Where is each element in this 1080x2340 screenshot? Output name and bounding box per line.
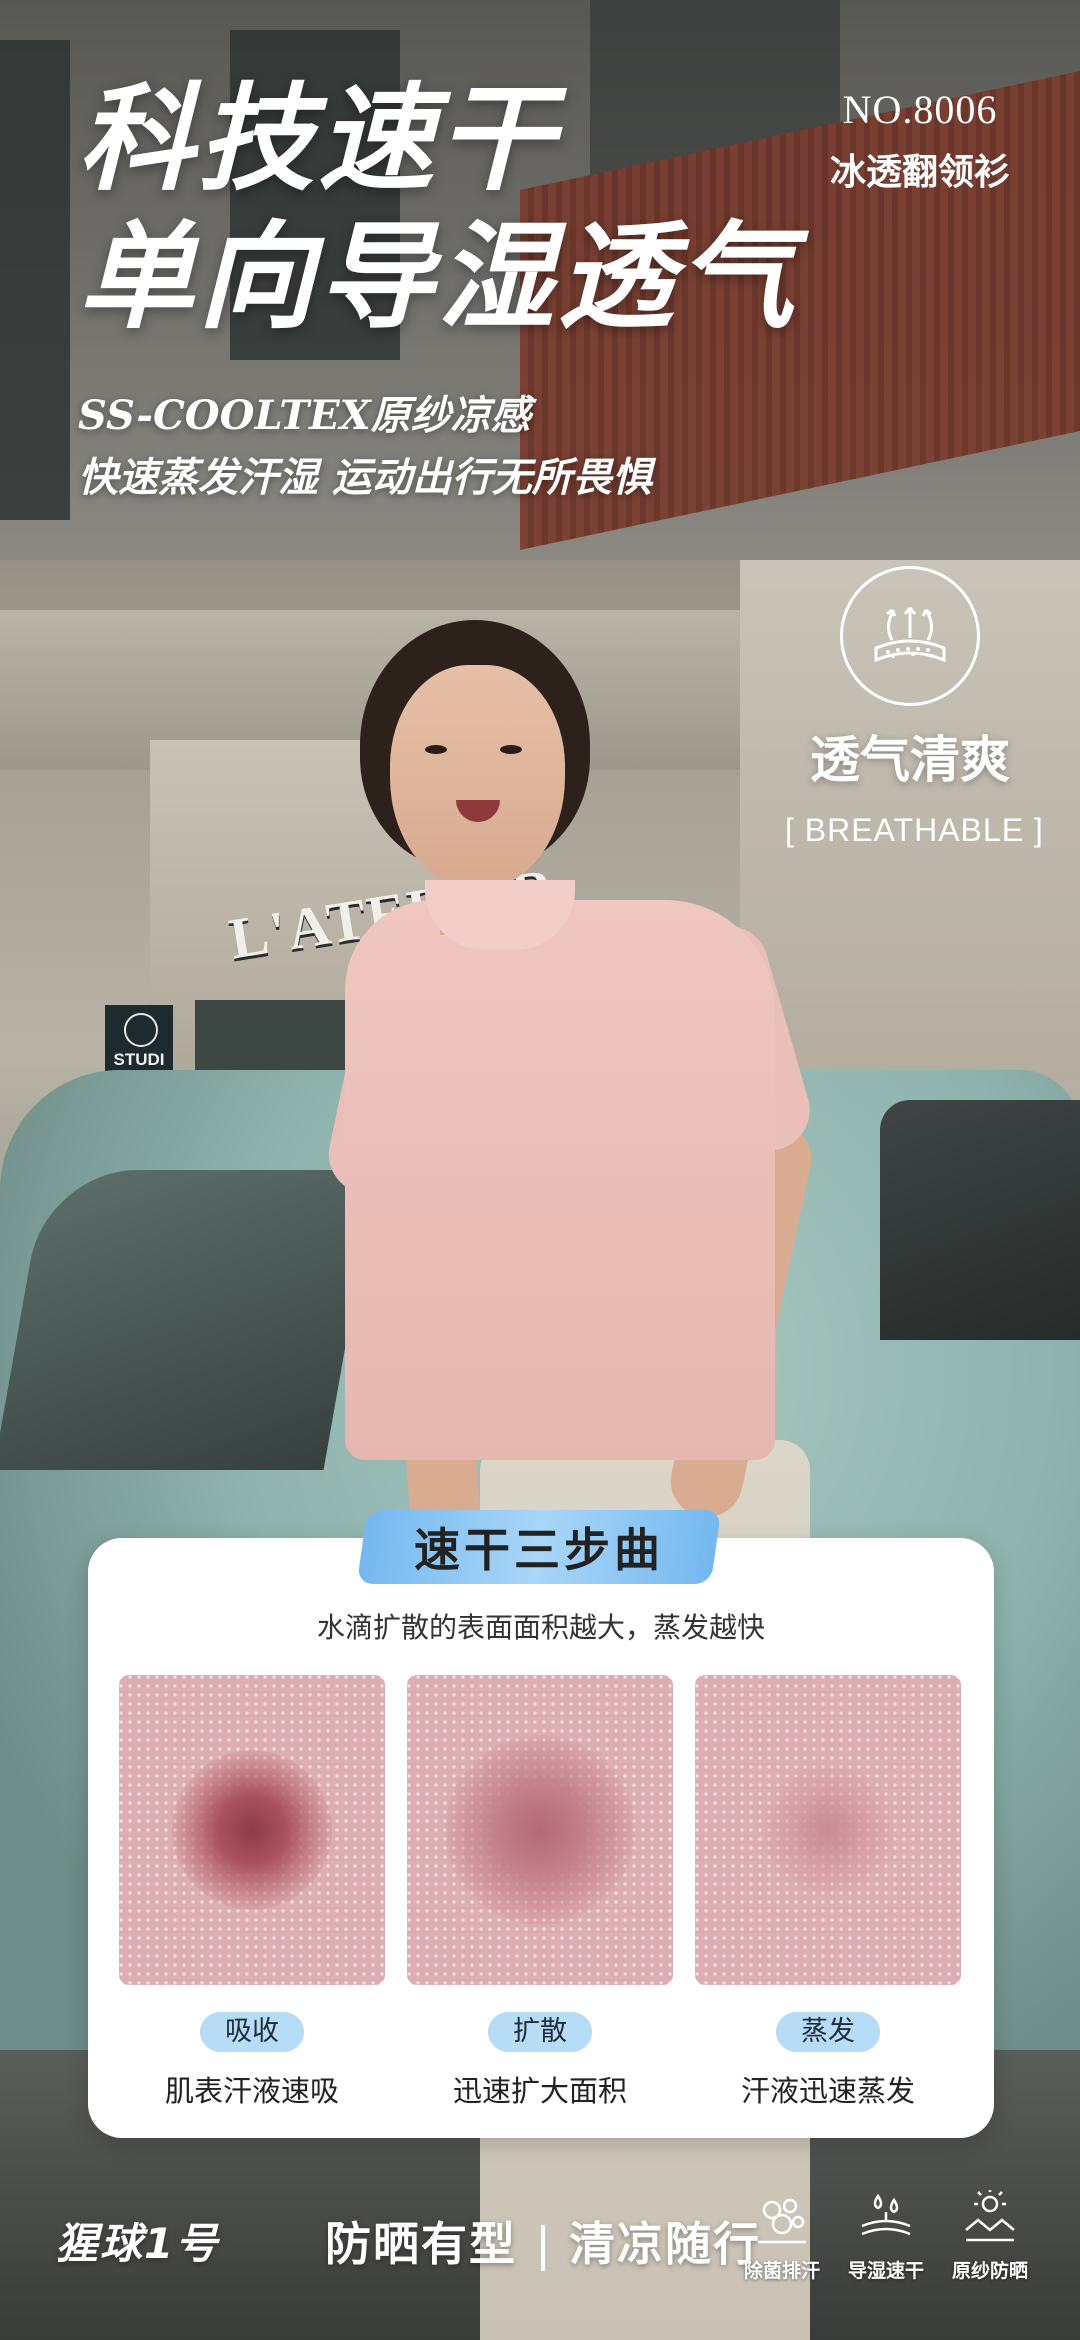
fabric-swatch-spread [407,1675,673,1985]
subheadline-line2: 快速蒸发汗湿 运动出行无所畏惧 [78,454,652,501]
car-window [0,1170,377,1470]
subheadline: SS-COOLTEX原纱凉感 快速蒸发汗湿 运动出行无所畏惧 [78,385,652,509]
slogan-divider [541,2225,545,2271]
product-model: NO.8006 冰透翻领衫 [830,86,1010,195]
badge-title: 透气清爽 [810,730,1010,789]
product-poster: L'ATELIER STUDIO PIVOTE 科技速干 单向导湿透气 SS-C… [0,0,1080,2340]
headline-line2: 单向导湿透气 [78,209,798,345]
feature-label: 导湿速干 [847,2260,924,2282]
feature-antibacterial: 除菌排汗 [732,2190,832,2283]
step-label-spread: 扩散 [488,2012,592,2052]
model-eye [425,745,447,754]
moisture-wicking-icon [861,2193,911,2236]
step-desc-evaporate: 汗液迅速蒸发 [740,2074,915,2108]
slogan-left: 防晒有型 [325,2217,517,2271]
card-title-tab: 速干三步曲 [356,1510,722,1584]
sweat-stain [758,1760,898,1900]
feature-wicking: 导湿速干 [836,2190,936,2283]
headline: 科技速干 单向导湿透气 [78,70,798,346]
fabric-swatch-absorb [119,1675,385,1985]
fabric-swatch-evaporate [695,1675,961,1985]
feature-sun-protection: 原纱防晒 [940,2190,1040,2283]
card-description: 水滴扩散的表面面积越大，蒸发越快 [316,1611,765,1644]
model-eye [500,745,522,754]
model-name: 冰透翻领衫 [829,151,1010,193]
model-code: NO.8006 [842,87,998,132]
sweat-stain [445,1735,635,1925]
feature-label: 原纱防晒 [951,2260,1028,2282]
car-window [880,1100,1080,1340]
studio-logo-icon [124,1013,158,1047]
card-title: 速干三步曲 [414,1523,664,1577]
model-face [390,665,565,890]
feature-label: 除菌排汗 [743,2260,820,2282]
step-label-absorb: 吸收 [200,2012,304,2052]
step-desc-absorb: 肌表汗液速吸 [164,2074,339,2108]
headline-line1: 科技速干 [78,71,558,207]
breathable-fabric-icon [840,566,980,706]
sun-protection-icon [965,2190,1015,2242]
building-window [0,40,70,520]
badge-subtitle: [ BREATHABLE ] [785,812,1044,848]
step-label-evaporate: 蒸发 [776,2012,880,2052]
subheadline-line1: SS-COOLTEX原纱凉感 [78,392,531,439]
footer-slogan: 防晒有型 清凉随行 [325,2208,761,2274]
sweat-stain [172,1750,332,1910]
step-desc-spread: 迅速扩大面积 [452,2074,627,2108]
antibacterial-icon [758,2198,806,2244]
pink-polo-shirt [345,900,775,1460]
brand-logo: 猩球1号 [56,2219,220,2268]
